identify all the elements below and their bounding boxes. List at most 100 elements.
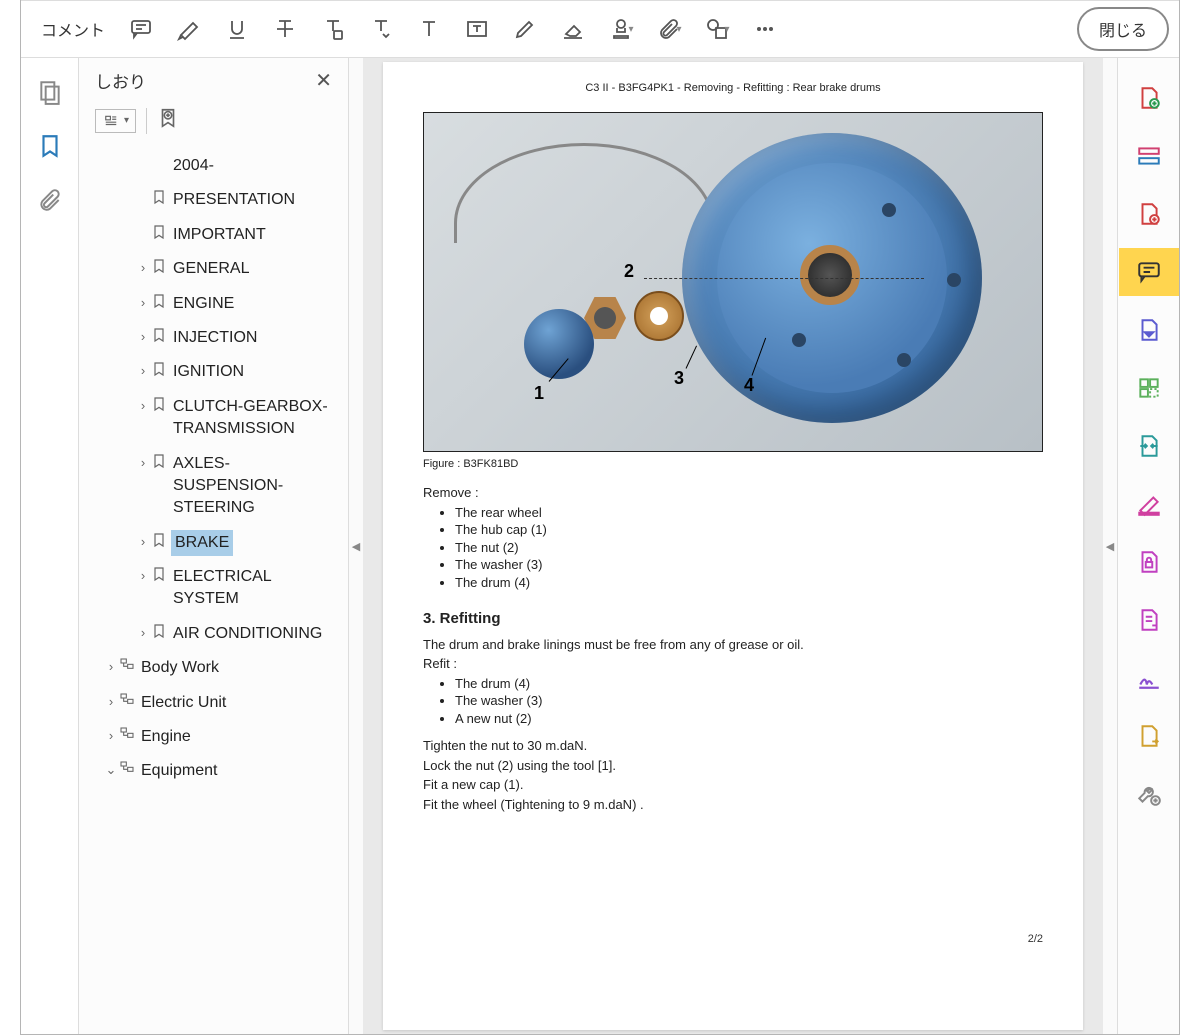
strikethrough-icon[interactable] <box>263 7 307 51</box>
bookmark-item[interactable]: ›Engine <box>83 720 348 754</box>
chevron-icon[interactable]: › <box>135 259 151 277</box>
underline-icon[interactable] <box>215 7 259 51</box>
protect-icon[interactable] <box>1119 538 1179 586</box>
chevron-icon[interactable]: › <box>135 362 151 380</box>
attachments-icon[interactable] <box>36 186 64 214</box>
chevron-icon[interactable]: › <box>135 397 151 415</box>
combine-icon[interactable] <box>1119 132 1179 180</box>
eraser-icon[interactable] <box>551 7 595 51</box>
list-item: The drum (4) <box>455 675 1043 693</box>
fig-label-4: 4 <box>744 375 754 396</box>
send-icon[interactable] <box>1119 712 1179 760</box>
bookmark-item[interactable]: IMPORTANT <box>83 218 348 252</box>
bookmark-label: AIR CONDITIONING <box>173 625 322 642</box>
chevron-icon[interactable]: › <box>135 624 151 642</box>
bookmarks-tree[interactable]: 2004-PRESENTATIONIMPORTANT›GENERAL›ENGIN… <box>79 145 348 1034</box>
bookmark-item[interactable]: ›AXLES-SUSPENSION-STEERING <box>83 447 348 526</box>
attach-icon[interactable]: ▾ <box>647 7 691 51</box>
chevron-icon[interactable]: › <box>135 294 151 312</box>
bookmark-label: IGNITION <box>173 363 244 380</box>
tree-icon <box>119 692 139 715</box>
instruction-line: Tighten the nut to 30 m.daN. <box>423 737 1043 755</box>
fig-label-2: 2 <box>624 261 634 282</box>
bookmark-label: Body Work <box>141 659 219 676</box>
fig-label-3: 3 <box>674 368 684 389</box>
sign-icon[interactable] <box>1119 654 1179 702</box>
list-item: The washer (3) <box>455 556 1043 574</box>
bookmark-item[interactable]: PRESENTATION <box>83 183 348 217</box>
chevron-icon[interactable]: › <box>135 533 151 551</box>
bookmarks-panel: しおり ✕ ▾ 2004-PRESENTATIONIMPORTANT›GENER… <box>79 58 349 1034</box>
document-scroll[interactable]: C3 II - B3FG4PK1 - Removing - Refitting … <box>363 58 1103 1034</box>
tree-icon <box>119 657 139 680</box>
bookmark-label: ELECTRICAL SYSTEM <box>173 568 271 607</box>
new-bookmark-icon[interactable] <box>157 107 179 134</box>
redact-icon[interactable] <box>1119 480 1179 528</box>
bookmark-item[interactable]: › AIR CONDITIONING <box>83 617 348 651</box>
pencil-icon[interactable] <box>503 7 547 51</box>
instruction-line: Fit a new cap (1). <box>423 776 1043 794</box>
bookmark-icon <box>151 396 171 419</box>
chevron-icon[interactable]: › <box>135 454 151 472</box>
tree-icon <box>119 760 139 783</box>
list-item: The nut (2) <box>455 539 1043 557</box>
collapse-left-handle[interactable]: ◀ <box>349 58 363 1034</box>
page-header: C3 II - B3FG4PK1 - Removing - Refitting … <box>423 82 1043 94</box>
bookmark-label: PRESENTATION <box>173 191 295 208</box>
bookmark-item[interactable]: › INJECTION <box>83 321 348 355</box>
create-pdf-icon[interactable] <box>1119 74 1179 122</box>
bookmark-item[interactable]: ›GENERAL <box>83 252 348 286</box>
comment-tool-icon[interactable] <box>1119 248 1179 296</box>
close-button[interactable]: 閉じる <box>1077 7 1169 51</box>
stamp-icon[interactable]: ▾ <box>599 7 643 51</box>
bookmark-item[interactable]: ⌄Equipment <box>83 754 348 788</box>
text-icon[interactable] <box>407 7 451 51</box>
pdf-page: C3 II - B3FG4PK1 - Removing - Refitting … <box>383 62 1083 1030</box>
bookmark-item[interactable]: 2004- <box>83 149 348 183</box>
export-pdf-icon[interactable] <box>1119 306 1179 354</box>
chevron-icon[interactable]: › <box>135 567 151 585</box>
document-area: C3 II - B3FG4PK1 - Removing - Refitting … <box>363 58 1103 1034</box>
bookmark-item[interactable]: › ELECTRICAL SYSTEM <box>83 560 348 617</box>
bookmark-icon <box>151 623 171 646</box>
annotation-toolbar: コメント ▾ ▾ ▾ 閉じる <box>21 0 1179 58</box>
highlight-icon[interactable] <box>167 7 211 51</box>
textbox-icon[interactable] <box>455 7 499 51</box>
chevron-icon[interactable]: › <box>103 693 119 711</box>
shapes-icon[interactable]: ▾ <box>695 7 739 51</box>
refit-heading: 3. Refitting <box>423 609 1043 629</box>
more-icon[interactable] <box>743 7 787 51</box>
bookmark-item[interactable]: ›CLUTCH-GEARBOX-TRANSMISSION <box>83 390 348 447</box>
bookmark-options-button[interactable]: ▾ <box>95 109 136 133</box>
chevron-icon[interactable]: › <box>103 727 119 745</box>
fig-label-1: 1 <box>534 383 544 404</box>
bookmark-icon <box>151 258 171 281</box>
chevron-icon[interactable]: ⌄ <box>103 761 119 779</box>
bookmark-item[interactable]: › Body Work <box>83 651 348 685</box>
bookmark-item[interactable]: ›Electric Unit <box>83 686 348 720</box>
after-lines: Tighten the nut to 30 m.daN.Lock the nut… <box>423 737 1043 813</box>
text-callout-icon[interactable] <box>359 7 403 51</box>
bookmark-item[interactable]: › ENGINE <box>83 287 348 321</box>
bookmark-label: ENGINE <box>173 295 234 312</box>
collapse-right-handle[interactable]: ◀ <box>1103 58 1117 1034</box>
edit-pdf-icon[interactable] <box>1119 190 1179 238</box>
list-item: The drum (4) <box>455 574 1043 592</box>
bookmark-label: INJECTION <box>173 329 257 346</box>
bookmark-label: IMPORTANT <box>173 226 266 243</box>
tree-icon <box>119 726 139 749</box>
more-tools-icon[interactable] <box>1119 770 1179 818</box>
chevron-icon[interactable]: › <box>103 658 119 676</box>
comment-icon[interactable] <box>119 7 163 51</box>
thumbnails-icon[interactable] <box>36 78 64 106</box>
document-content: Remove : The rear wheelThe hub cap (1)Th… <box>423 484 1043 813</box>
compress-icon[interactable] <box>1119 422 1179 470</box>
bookmarks-icon[interactable] <box>36 132 64 160</box>
organize-icon[interactable] <box>1119 364 1179 412</box>
fill-sign-icon[interactable] <box>1119 596 1179 644</box>
close-icon[interactable]: ✕ <box>315 68 332 93</box>
text-note-icon[interactable] <box>311 7 355 51</box>
bookmark-item[interactable]: › IGNITION <box>83 355 348 389</box>
chevron-icon[interactable]: › <box>135 328 151 346</box>
bookmark-item[interactable]: ›BRAKE <box>83 526 348 560</box>
